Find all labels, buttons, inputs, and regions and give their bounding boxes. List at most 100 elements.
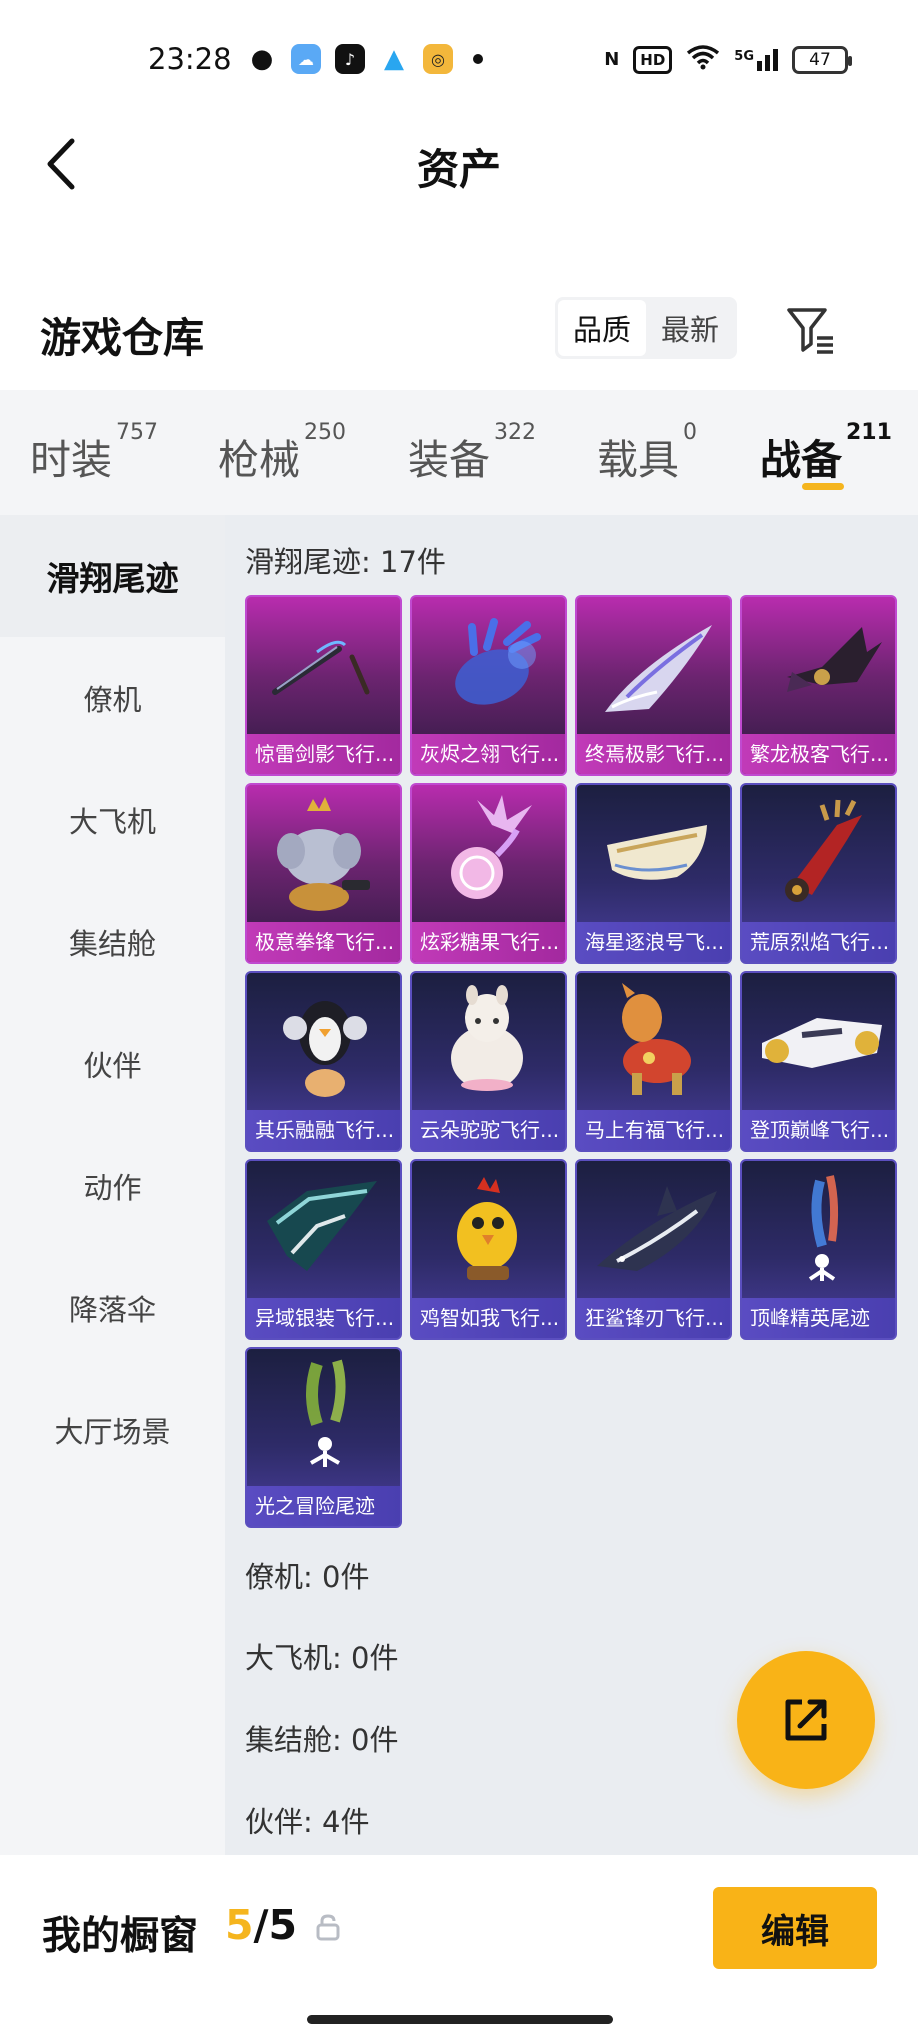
share-button[interactable] bbox=[737, 1651, 875, 1789]
candy-icon bbox=[451, 795, 532, 899]
filter-button[interactable] bbox=[785, 304, 837, 356]
weather-icon: ☁ bbox=[291, 44, 321, 74]
item-name: 光之冒险尾迹 bbox=[247, 1486, 400, 1526]
tab-count: 250 bbox=[304, 420, 346, 445]
tab-label: 装备 bbox=[408, 436, 490, 484]
warehouse-row: 游戏仓库 品质 最新 bbox=[0, 290, 918, 380]
sort-toggle: 品质 最新 bbox=[555, 297, 737, 359]
battery-icon: 47 bbox=[792, 45, 852, 74]
item-card[interactable]: 惊雷剑影飞行... bbox=[245, 595, 402, 776]
showcase-bar: 我的橱窗 5/5 编辑 bbox=[0, 1855, 918, 2040]
horse-icon bbox=[622, 983, 691, 1095]
section-count-companion: 伙伴: 4件 bbox=[245, 1805, 370, 1839]
shark-icon bbox=[597, 1186, 717, 1271]
sword-wing-icon bbox=[272, 640, 370, 695]
section-count-big-plane: 大飞机: 0件 bbox=[245, 1641, 399, 1675]
sort-option-newest[interactable]: 最新 bbox=[646, 300, 734, 356]
tab-count: 211 bbox=[846, 420, 892, 445]
item-name: 终焉极影飞行... bbox=[577, 734, 730, 774]
boat-icon bbox=[607, 825, 707, 880]
filter-icon bbox=[787, 308, 833, 354]
item-card[interactable]: 顶峰精英尾迹 bbox=[740, 1159, 897, 1340]
side-item-big-plane[interactable]: 大飞机 bbox=[0, 759, 225, 881]
share-icon bbox=[785, 1699, 827, 1741]
bat-wing-icon bbox=[787, 627, 882, 692]
spaceship-icon bbox=[762, 1018, 882, 1068]
item-name: 顶峰精英尾迹 bbox=[742, 1298, 895, 1338]
tab-label: 载具 bbox=[597, 436, 679, 484]
item-card[interactable]: 极意拳锋飞行... bbox=[245, 783, 402, 964]
item-name: 灰烬之翎飞行... bbox=[412, 734, 565, 774]
tab-label: 时装 bbox=[30, 436, 112, 484]
side-item-parachute[interactable]: 降落伞 bbox=[0, 1247, 225, 1369]
tab-count: 757 bbox=[116, 420, 158, 445]
lock-icon bbox=[316, 1914, 340, 1941]
trail-icon bbox=[808, 1175, 839, 1281]
item-card[interactable]: 灰烬之翎飞行... bbox=[410, 595, 567, 776]
item-card[interactable]: 马上有福飞行... bbox=[575, 971, 732, 1152]
side-item-glide-trail[interactable]: 滑翔尾迹 bbox=[0, 515, 225, 637]
item-name: 云朵驼驼飞行... bbox=[412, 1110, 565, 1150]
section-count-glide-trail: 滑翔尾迹: 17件 bbox=[245, 545, 446, 579]
wing-glider-icon bbox=[267, 1181, 377, 1271]
home-indicator bbox=[307, 2015, 613, 2024]
item-name: 炫彩糖果飞行... bbox=[412, 922, 565, 962]
status-bar: 23:28 ● ☁ ♪ ▲ ◎ Ν HD 5G 47 bbox=[0, 0, 918, 120]
sort-option-quality[interactable]: 品质 bbox=[558, 300, 646, 356]
side-nav: 滑翔尾迹 僚机 大飞机 集结舱 伙伴 动作 降落伞 大厅场景 bbox=[0, 515, 225, 1855]
side-item-companion[interactable]: 伙伴 bbox=[0, 1003, 225, 1125]
glove-icon bbox=[455, 618, 541, 705]
side-item-emote[interactable]: 动作 bbox=[0, 1125, 225, 1247]
item-card[interactable]: 登顶巅峰飞行... bbox=[740, 971, 897, 1152]
item-card[interactable]: 繁龙极客飞行... bbox=[740, 595, 897, 776]
item-name: 马上有福飞行... bbox=[577, 1110, 730, 1150]
side-item-lobby-scene[interactable]: 大厅场景 bbox=[0, 1369, 225, 1491]
item-card[interactable]: 鸡智如我飞行... bbox=[410, 1159, 567, 1340]
tab-count: 322 bbox=[494, 420, 536, 445]
item-card[interactable]: 炫彩糖果飞行... bbox=[410, 783, 567, 964]
section-count-assembly-pod: 集结舱: 0件 bbox=[245, 1723, 399, 1757]
side-item-assembly-pod[interactable]: 集结舱 bbox=[0, 881, 225, 1003]
hd-icon: HD bbox=[633, 45, 673, 74]
item-card[interactable]: 海星逐浪号飞... bbox=[575, 783, 732, 964]
tab-vehicles[interactable]: 载具0 bbox=[597, 420, 697, 486]
tab-count: 0 bbox=[683, 420, 697, 445]
wifi-icon bbox=[686, 44, 720, 75]
item-name: 荒原烈焰飞行... bbox=[742, 922, 895, 962]
item-card[interactable]: 狂鲨锋刃飞行... bbox=[575, 1159, 732, 1340]
edit-button[interactable]: 编辑 bbox=[713, 1887, 877, 1969]
showcase-count: 5/5 bbox=[225, 1901, 297, 1949]
flame-craft-icon bbox=[785, 799, 862, 902]
tiktok-icon: ♪ bbox=[335, 44, 365, 74]
item-card[interactable]: 云朵驼驼飞行... bbox=[410, 971, 567, 1152]
battery-level: 47 bbox=[809, 49, 831, 70]
item-card[interactable]: 光之冒险尾迹 bbox=[245, 1347, 402, 1528]
game-icon: ◎ bbox=[423, 44, 453, 74]
item-name: 登顶巅峰飞行... bbox=[742, 1110, 895, 1150]
active-tab-indicator bbox=[802, 483, 844, 490]
wechat-icon: ● bbox=[250, 44, 274, 74]
showcase-total: 5 bbox=[268, 1901, 298, 1949]
item-name: 极意拳锋飞行... bbox=[247, 922, 400, 962]
tab-label: 战备 bbox=[760, 436, 842, 484]
item-name: 异域银装飞行... bbox=[247, 1298, 400, 1338]
tab-fashion[interactable]: 时装757 bbox=[30, 420, 158, 486]
page-title: 资产 bbox=[416, 145, 501, 194]
nfc-icon: Ν bbox=[604, 49, 620, 70]
item-name: 惊雷剑影飞行... bbox=[247, 734, 400, 774]
side-item-wingman[interactable]: 僚机 bbox=[0, 637, 225, 759]
tab-equipment[interactable]: 装备322 bbox=[408, 420, 536, 486]
warehouse-title: 游戏仓库 bbox=[40, 314, 204, 362]
item-card[interactable]: 终焉极影飞行... bbox=[575, 595, 732, 776]
elephant-icon bbox=[277, 797, 370, 911]
tab-weapons[interactable]: 枪械250 bbox=[218, 420, 346, 486]
item-card[interactable]: 荒原烈焰飞行... bbox=[740, 783, 897, 964]
tab-readiness[interactable]: 战备211 bbox=[760, 420, 892, 486]
category-tabs: 时装757 枪械250 装备322 载具0 战备211 bbox=[0, 390, 918, 515]
section-count-wingman: 僚机: 0件 bbox=[245, 1560, 370, 1594]
green-trail-icon bbox=[306, 1359, 346, 1467]
showcase-title: 我的橱窗 bbox=[42, 1914, 199, 1959]
item-card[interactable]: 异域银装飞行... bbox=[245, 1159, 402, 1340]
chicken-icon bbox=[457, 1177, 517, 1280]
item-card[interactable]: 其乐融融飞行... bbox=[245, 971, 402, 1152]
